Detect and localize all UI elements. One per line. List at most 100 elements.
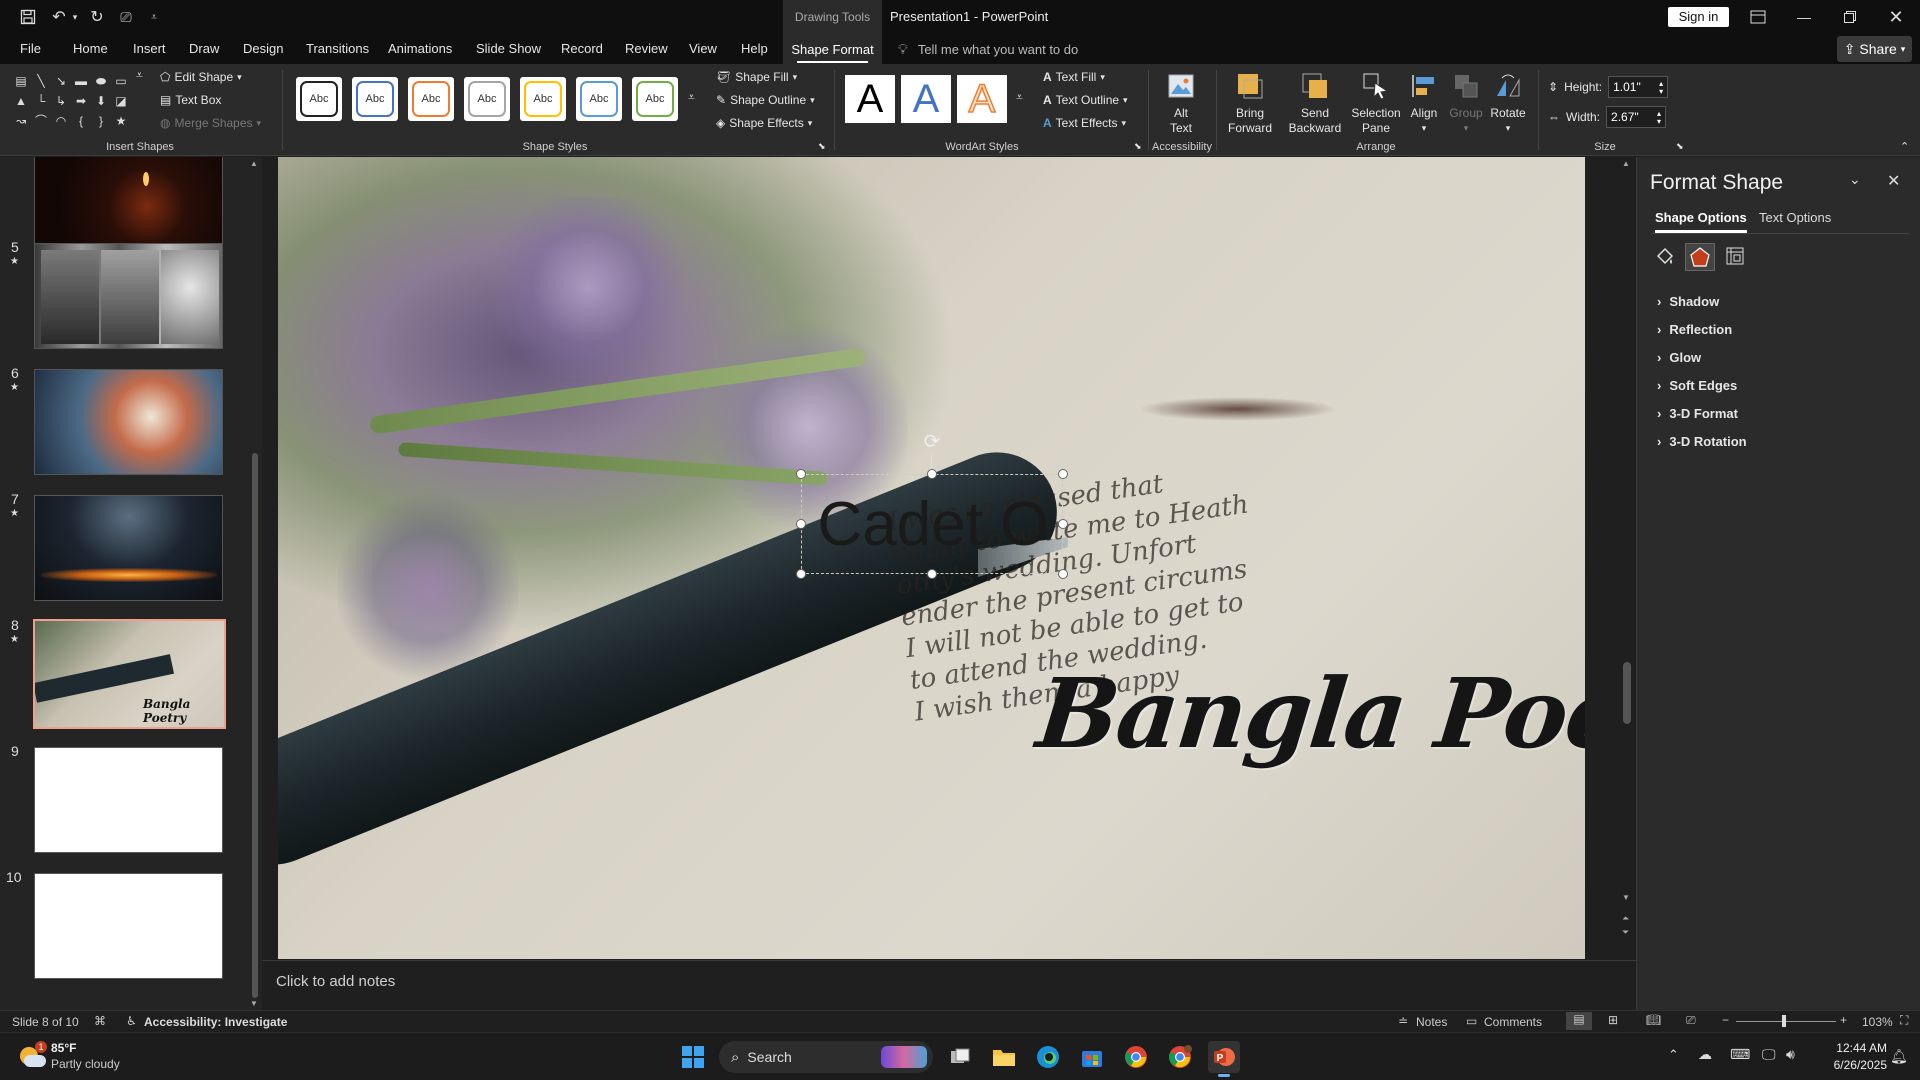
selection-pane-button[interactable]: Selection Pane <box>1350 70 1402 136</box>
resize-handle[interactable] <box>796 469 806 479</box>
previous-slide-icon[interactable]: ⏶ <box>1622 913 1629 924</box>
customize-toolbar-icon[interactable]: ⩡ <box>146 6 162 28</box>
wordart-style-blue[interactable]: A <box>901 75 951 123</box>
reading-view-icon[interactable]: 📖︎ <box>1646 1013 1661 1027</box>
ribbon-display-icon[interactable] <box>1735 0 1781 34</box>
chrome-icon[interactable] <box>1120 1041 1152 1073</box>
pane-close-icon[interactable]: ✕ <box>1887 171 1900 191</box>
shape-fill-button[interactable]: 🪣︎ Shape Fill ▾ <box>716 70 797 84</box>
tab-draw[interactable]: Draw <box>189 41 219 56</box>
selected-text-box[interactable]: Cadet O <box>801 474 1063 574</box>
dialog-launcher-icon[interactable]: ⬊ <box>818 141 826 152</box>
tab-design[interactable]: Design <box>243 41 283 56</box>
tab-view[interactable]: View <box>689 41 717 56</box>
tab-transitions[interactable]: Transitions <box>306 41 369 56</box>
notes-placeholder[interactable]: Click to add notes <box>276 973 395 990</box>
scroll-thumb[interactable] <box>252 453 258 998</box>
wordart-style-orange[interactable]: A <box>957 75 1007 123</box>
comments-icon[interactable]: ▭ <box>1466 1014 1477 1028</box>
slide-thumbnail-8-selected[interactable]: Bangla Poetry <box>33 619 226 729</box>
resize-handle[interactable] <box>1058 519 1068 529</box>
slide-sorter-icon[interactable]: ⊞ <box>1608 1013 1618 1027</box>
merge-shapes-button[interactable]: ◍ Merge Shapes ▾ <box>160 116 261 130</box>
zoom-level[interactable]: 103% <box>1862 1015 1893 1029</box>
zoom-out-icon[interactable]: − <box>1722 1013 1729 1027</box>
share-button[interactable]: ⇪ Share ▾ <box>1837 36 1912 62</box>
text-box-button[interactable]: ▤ Text Box <box>160 93 221 107</box>
slide-thumbnail-10[interactable] <box>34 873 223 979</box>
maximize-icon[interactable] <box>1827 0 1873 34</box>
callout-shape-icon[interactable]: ◪ <box>112 92 130 110</box>
more-shapes-icon[interactable]: ⩡ <box>136 68 143 83</box>
file-explorer-icon[interactable] <box>988 1041 1020 1073</box>
notes-pane[interactable]: Click to add notes <box>262 960 1636 1010</box>
slide-thumbnail-5[interactable] <box>34 243 223 349</box>
alt-text-button[interactable]: Alt Text <box>1164 70 1198 136</box>
textbox-shape-icon[interactable]: ▤ <box>12 72 30 90</box>
save-icon[interactable] <box>16 6 40 28</box>
right-arrow-shape-icon[interactable]: ➡ <box>72 92 90 110</box>
canvas-scrollbar[interactable]: ▲ ▼ ⏶ ⏷ <box>1618 157 1636 959</box>
taskbar-search[interactable]: ⌕ Search <box>719 1041 933 1073</box>
tab-shape-format[interactable]: Shape Format <box>783 34 882 64</box>
elbow-connector-icon[interactable]: └ <box>32 92 50 110</box>
send-backward-button[interactable]: Send Backward <box>1284 70 1346 136</box>
resize-handle[interactable] <box>1058 469 1068 479</box>
section-glow[interactable]: › Glow <box>1657 350 1701 365</box>
weather-widget-icon[interactable]: 1 <box>16 1041 48 1073</box>
clock-time[interactable]: 12:44 AM <box>1823 1041 1887 1055</box>
slide-8[interactable]: I was so pleased that ought to write me … <box>278 157 1585 959</box>
rotate-button[interactable]: Rotate ▾ <box>1488 70 1528 136</box>
scroll-up-icon[interactable]: ▲ <box>250 159 258 168</box>
start-windows-icon[interactable] <box>677 1041 709 1073</box>
shape-style-gray[interactable]: Abc <box>464 77 510 121</box>
text-outline-button[interactable]: A Text Outline ▾ <box>1043 93 1128 107</box>
tell-me-search[interactable]: 💡︎ Tell me what you want to do <box>898 41 1078 58</box>
show-hidden-icons-icon[interactable]: ⌃ <box>1668 1047 1679 1063</box>
shape-style-gold[interactable]: Abc <box>520 77 566 121</box>
text-fill-button[interactable]: A Text Fill ▾ <box>1043 70 1105 84</box>
shapes-gallery[interactable]: ▤ ╲ ↘ ▬ ⬬ ▭ ▲ └ ↳ ➡ ⬇ ◪ ↝ ⌒ ◠ { } ★ <box>12 72 130 130</box>
comments-toggle[interactable]: Comments <box>1484 1015 1542 1029</box>
scroll-thumb[interactable] <box>1623 662 1631 724</box>
slide-thumbnail-7[interactable] <box>34 495 223 601</box>
collapse-ribbon-icon[interactable]: ⌃ <box>1900 140 1909 153</box>
resize-handle[interactable] <box>1058 569 1068 579</box>
resize-handle[interactable] <box>796 519 806 529</box>
spelling-icon[interactable]: ⌘ <box>94 1014 106 1028</box>
shape-style-black[interactable]: Abc <box>296 77 342 121</box>
thumbnail-scrollbar[interactable]: ▲ ▼ <box>248 157 262 1010</box>
present-from-start-icon[interactable]: ⎚ <box>114 6 138 28</box>
accessibility-icon[interactable]: ♿︎ <box>126 1014 137 1028</box>
triangle-shape-icon[interactable]: ▲ <box>12 92 30 110</box>
chrome-profile-icon[interactable] <box>1164 1041 1196 1073</box>
section-3d-format[interactable]: › 3-D Format <box>1657 406 1738 421</box>
notes-icon[interactable]: ≐ <box>1398 1014 1408 1028</box>
tab-help[interactable]: Help <box>741 41 768 56</box>
redo-icon[interactable]: ↻ <box>86 6 108 28</box>
group-button[interactable]: Group ▾ <box>1448 70 1484 136</box>
section-reflection[interactable]: › Reflection <box>1657 322 1732 337</box>
shape-style-blue[interactable]: Abc <box>352 77 398 121</box>
slide-thumbnail-9[interactable] <box>34 747 223 853</box>
sign-in-button[interactable]: Sign in <box>1668 7 1729 27</box>
oval-shape-icon[interactable]: ⬬ <box>92 72 110 90</box>
powerpoint-icon[interactable]: P <box>1208 1041 1240 1077</box>
spinner-icon[interactable]: ▴ ▾ <box>1657 110 1661 126</box>
arc-shape-icon[interactable]: ◠ <box>52 112 70 130</box>
section-soft-edges[interactable]: › Soft Edges <box>1657 378 1737 393</box>
curve-shape-icon[interactable]: ⌒ <box>32 112 50 130</box>
rounded-rect-shape-icon[interactable]: ▭ <box>112 72 130 90</box>
temperature[interactable]: 85°F <box>51 1041 76 1055</box>
height-input[interactable]: 1.01" ▴ ▾ <box>1608 76 1669 98</box>
size-properties-icon[interactable] <box>1721 243 1749 269</box>
shape-outline-button[interactable]: ✎ Shape Outline ▾ <box>716 93 815 107</box>
fit-to-window-icon[interactable]: ⛶ <box>1900 1013 1908 1028</box>
scroll-down-icon[interactable]: ▼ <box>250 999 258 1008</box>
undo-icon[interactable]: ↶ <box>48 6 70 28</box>
resize-handle[interactable] <box>927 469 937 479</box>
resize-handle[interactable] <box>927 569 937 579</box>
spinner-icon[interactable]: ▴ ▾ <box>1659 80 1663 96</box>
wordart-style-black[interactable]: A <box>845 75 895 123</box>
edge-browser-icon[interactable] <box>1032 1041 1064 1073</box>
